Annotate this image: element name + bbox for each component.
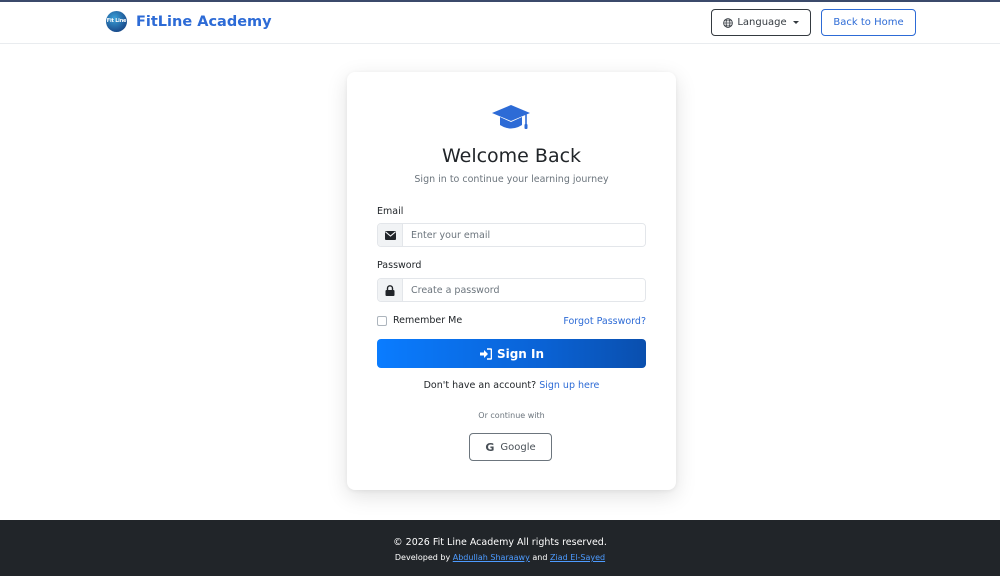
google-icon: G bbox=[485, 440, 495, 454]
or-continue-text: Or continue with bbox=[478, 411, 545, 420]
remember-me[interactable]: Remember Me bbox=[377, 315, 462, 326]
no-account-text: Don't have an account? bbox=[423, 380, 537, 391]
signup-row: Don't have an account? Sign up here bbox=[347, 380, 676, 391]
brand-name: FitLine Academy bbox=[136, 13, 272, 30]
developer-credits: Developed by Abdullah Sharaawy and Ziad … bbox=[0, 553, 1000, 562]
email-input[interactable] bbox=[403, 224, 645, 246]
back-to-home-label: Back to Home bbox=[833, 17, 904, 28]
page-subtitle: Sign in to continue your learning journe… bbox=[414, 174, 609, 185]
sign-in-icon bbox=[479, 347, 492, 360]
brand-logo: Fit Line bbox=[106, 11, 127, 32]
remember-me-checkbox[interactable] bbox=[377, 315, 387, 326]
lock-icon bbox=[385, 284, 395, 296]
navbar: Fit Line FitLine Academy Language Back t… bbox=[0, 2, 1000, 44]
password-input[interactable] bbox=[403, 279, 645, 301]
caret-down-icon bbox=[792, 21, 799, 24]
remember-me-label: Remember Me bbox=[393, 315, 463, 326]
sign-in-button[interactable]: Sign In bbox=[377, 339, 646, 368]
developed-by-text: Developed by bbox=[394, 553, 451, 562]
language-label: Language bbox=[737, 17, 787, 28]
back-to-home-button[interactable]: Back to Home bbox=[821, 9, 916, 36]
page-title: Welcome Back bbox=[441, 145, 582, 167]
login-card: Welcome Back Sign in to continue your le… bbox=[347, 72, 676, 490]
sign-in-label: Sign In bbox=[496, 346, 545, 361]
and-text: and bbox=[532, 553, 548, 562]
forgot-password-link[interactable]: Forgot Password? bbox=[563, 316, 646, 327]
envelope-icon bbox=[384, 230, 396, 240]
password-label: Password bbox=[377, 260, 422, 271]
globe-icon bbox=[723, 17, 734, 28]
language-dropdown-button[interactable]: Language bbox=[711, 9, 811, 36]
sign-up-link[interactable]: Sign up here bbox=[539, 380, 599, 391]
google-sign-in-button[interactable]: G Google bbox=[469, 433, 552, 461]
email-addon bbox=[378, 224, 403, 246]
email-input-group bbox=[377, 223, 646, 247]
password-input-group bbox=[377, 278, 646, 302]
developer-link-1[interactable]: Abdullah Sharaawy bbox=[453, 553, 530, 562]
brand[interactable]: Fit Line FitLine Academy bbox=[106, 11, 272, 32]
google-label: Google bbox=[500, 441, 536, 453]
password-addon bbox=[378, 279, 403, 301]
copyright-text: © 2026 Fit Line Academy All rights reser… bbox=[393, 537, 607, 548]
developer-link-2[interactable]: Ziad El-Sayed bbox=[550, 553, 605, 562]
email-label: Email bbox=[377, 206, 404, 217]
graduation-cap-icon bbox=[492, 105, 530, 129]
footer: © 2026 Fit Line Academy All rights reser… bbox=[0, 520, 1000, 576]
